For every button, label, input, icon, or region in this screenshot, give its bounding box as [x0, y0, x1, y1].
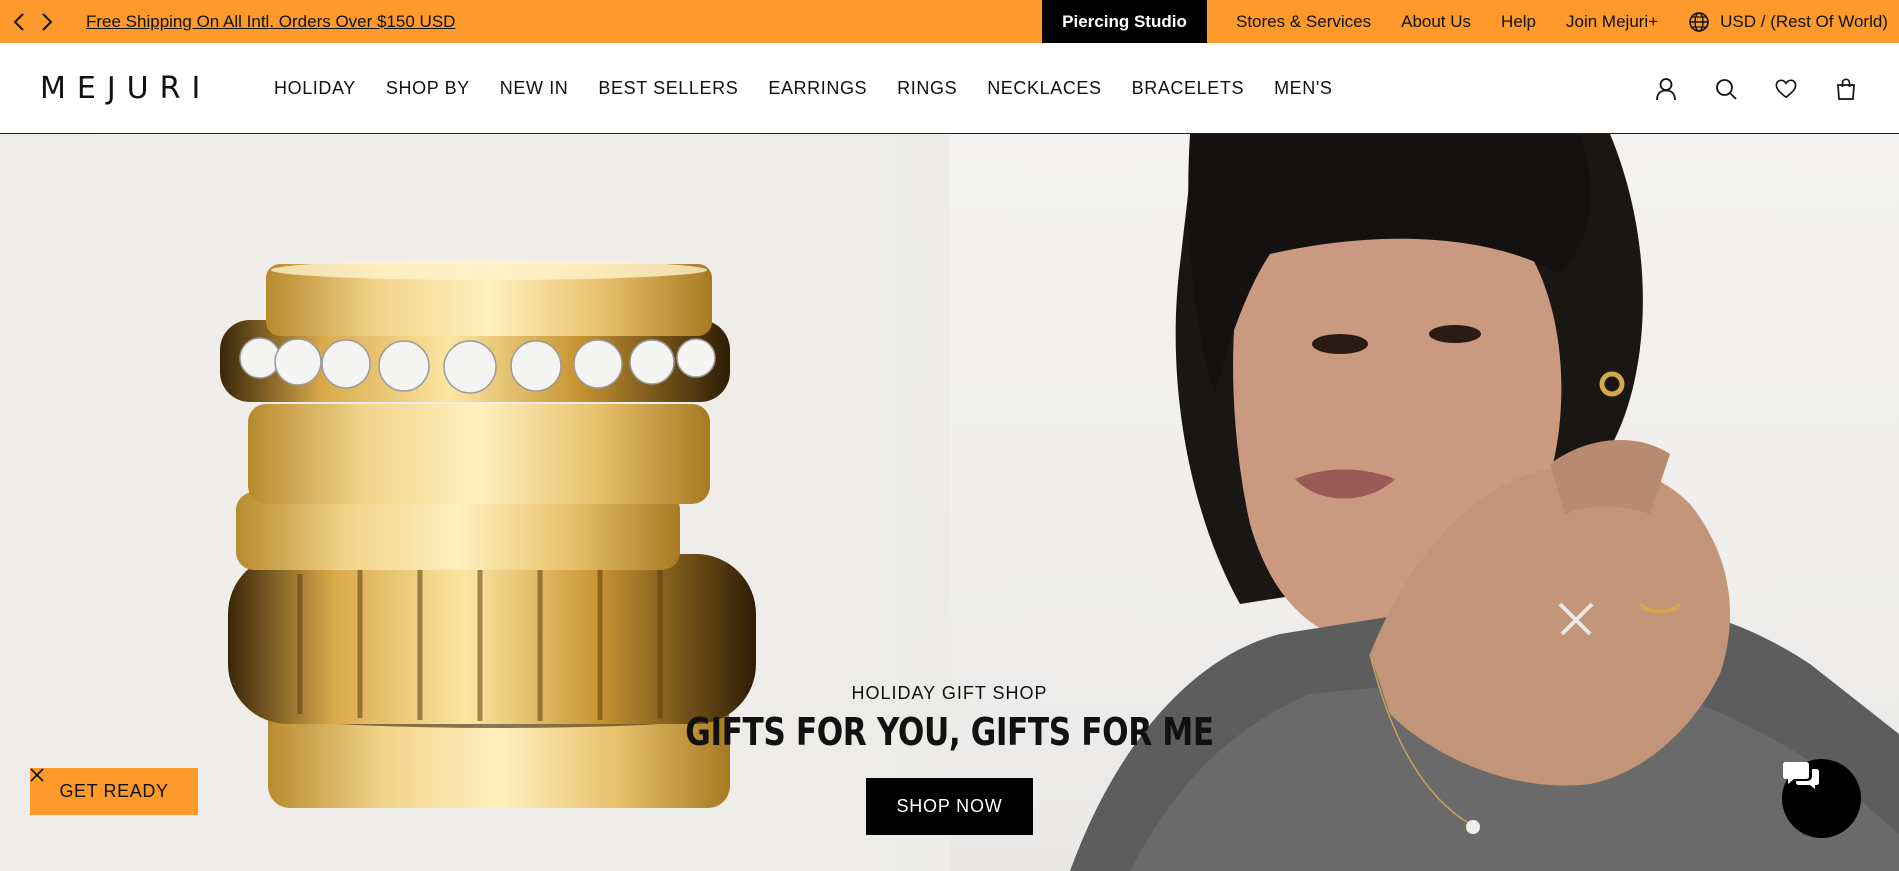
promo-bar: Free Shipping On All Intl. Orders Over $… [0, 0, 1899, 43]
nav-item-mens[interactable]: MEN'S [1274, 78, 1332, 99]
nav-item-bracelets[interactable]: BRACELETS [1132, 78, 1244, 99]
promo-prev-button[interactable] [10, 11, 28, 33]
nav-item-holiday[interactable]: HOLIDAY [274, 78, 356, 99]
nav-item-rings[interactable]: RINGS [897, 78, 957, 99]
ring-stack-illustration [220, 260, 756, 808]
main-nav: MEJURI HOLIDAY SHOP BY NEW IN BEST SELLE… [0, 43, 1899, 134]
chevron-right-icon [42, 12, 53, 31]
bag-icon [1837, 77, 1855, 100]
nav-icons [1655, 43, 1857, 134]
nav-item-necklaces[interactable]: NECKLACES [987, 78, 1101, 99]
stores-services-link[interactable]: Stores & Services [1236, 12, 1371, 32]
utility-links: Stores & Services About Us Help Join Mej… [1236, 0, 1888, 43]
chevron-left-icon [13, 12, 24, 31]
join-mejuri-link[interactable]: Join Mejuri+ [1566, 12, 1658, 32]
search-button[interactable] [1715, 77, 1737, 101]
hero-image-rings [0, 134, 950, 871]
get-ready-label: GET READY [59, 781, 169, 801]
mejuri-logo[interactable]: MEJURI [40, 71, 211, 106]
account-icon [1656, 77, 1676, 100]
help-link[interactable]: Help [1501, 12, 1536, 32]
nav-item-shop-by[interactable]: SHOP BY [386, 78, 470, 99]
nav-item-earrings[interactable]: EARRINGS [768, 78, 867, 99]
shop-now-button[interactable]: SHOP NOW [866, 778, 1033, 835]
heart-icon [1775, 78, 1797, 98]
promo-arrows [0, 11, 56, 33]
currency-label: USD / (Rest Of World) [1720, 11, 1888, 31]
about-us-link[interactable]: About Us [1401, 12, 1471, 32]
bag-button[interactable] [1835, 77, 1857, 101]
globe-icon [1689, 11, 1709, 32]
hero-banner: HOLIDAY GIFT SHOP GIFTS FOR YOU, GIFTS F… [0, 134, 1899, 871]
get-ready-badge[interactable]: GET READY [30, 768, 198, 815]
nav-item-new-in[interactable]: NEW IN [500, 78, 569, 99]
close-icon[interactable] [30, 768, 44, 782]
currency-selector[interactable]: USD / (Rest Of World) [1688, 11, 1888, 33]
promo-message-link[interactable]: Free Shipping On All Intl. Orders Over $… [86, 12, 455, 32]
piercing-studio-link[interactable]: Piercing Studio [1042, 0, 1207, 43]
search-icon [1716, 78, 1737, 100]
wishlist-button[interactable] [1775, 77, 1797, 101]
main-menu: HOLIDAY SHOP BY NEW IN BEST SELLERS EARR… [274, 43, 1363, 134]
account-button[interactable] [1655, 77, 1677, 101]
model-illustration [1070, 134, 1899, 871]
promo-next-button[interactable] [38, 11, 56, 33]
chat-button[interactable] [1782, 759, 1861, 838]
chat-bubble-icon [1783, 762, 1819, 789]
nav-item-best-sellers[interactable]: BEST SELLERS [598, 78, 738, 99]
hero-image-model [950, 134, 1899, 871]
